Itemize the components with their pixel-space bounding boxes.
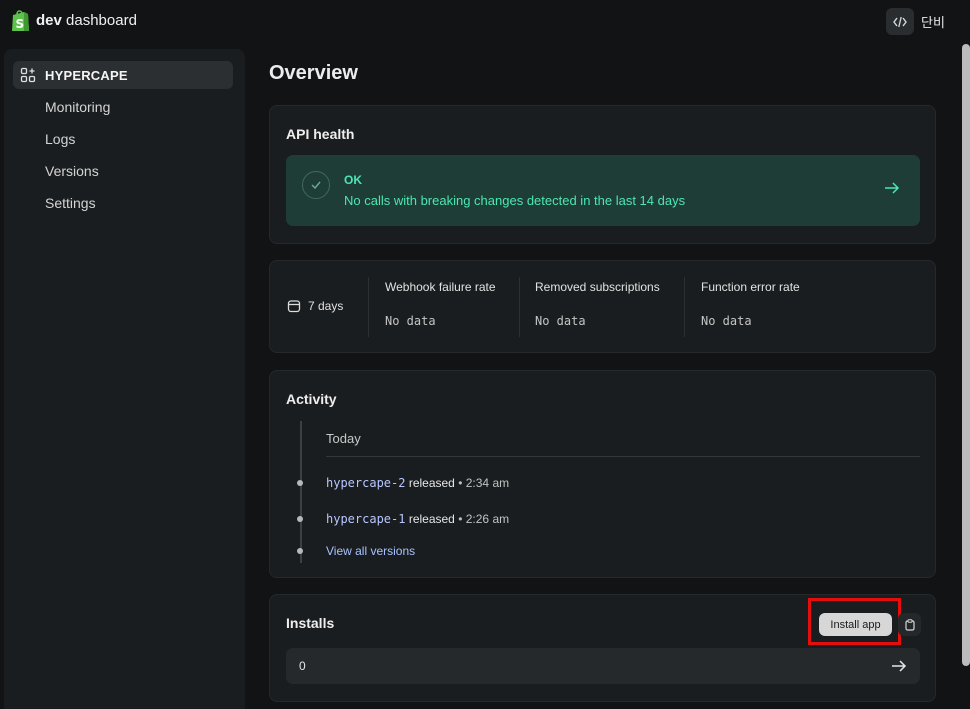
brand-title[interactable]: dev dashboard bbox=[36, 12, 137, 29]
release-separator: • bbox=[458, 512, 463, 526]
activity-group-label: Today bbox=[326, 431, 361, 446]
timeline-dot bbox=[297, 548, 303, 554]
svg-text:S: S bbox=[16, 17, 25, 31]
arrow-right-icon bbox=[892, 660, 907, 672]
sidebar-item-versions[interactable]: Versions bbox=[45, 163, 99, 179]
code-icon bbox=[893, 16, 907, 27]
api-health-banner[interactable]: OK No calls with breaking changes detect… bbox=[286, 155, 920, 226]
user-menu[interactable]: 단비 bbox=[921, 12, 945, 31]
release-time: 2:34 am bbox=[465, 476, 510, 490]
release-action: released bbox=[408, 512, 455, 526]
api-health-message: No calls with breaking changes detected … bbox=[344, 193, 686, 208]
divider bbox=[326, 456, 920, 457]
function-error-rate-label[interactable]: Function error rate bbox=[701, 280, 800, 294]
api-health-status: OK bbox=[344, 173, 362, 187]
webhook-failure-rate-value: No data bbox=[385, 314, 436, 328]
release-version-link[interactable]: hypercape-1 bbox=[326, 512, 405, 526]
removed-subscriptions-value: No data bbox=[535, 314, 586, 328]
metrics-card: 7 days Webhook failure rate No data Remo… bbox=[269, 260, 936, 353]
check-icon bbox=[311, 181, 321, 189]
metric-divider bbox=[684, 277, 685, 337]
release-separator: • bbox=[458, 476, 463, 490]
api-health-title: API health bbox=[286, 126, 355, 142]
sidebar-app-name: HYPERCAPE bbox=[45, 67, 128, 83]
status-check bbox=[302, 171, 330, 199]
page-title: Overview bbox=[269, 62, 358, 84]
copy-install-link-button[interactable] bbox=[898, 613, 921, 636]
sidebar-item-settings[interactable]: Settings bbox=[45, 195, 96, 211]
top-bar: S dev dashboard 단비 bbox=[0, 0, 970, 42]
shopify-logo-icon[interactable]: S bbox=[9, 9, 31, 33]
installs-title: Installs bbox=[286, 615, 335, 631]
sidebar-item-monitoring[interactable]: Monitoring bbox=[45, 99, 110, 115]
timeline-dot bbox=[297, 480, 303, 486]
removed-subscriptions-label[interactable]: Removed subscriptions bbox=[535, 280, 660, 294]
release-time: 2:26 am bbox=[465, 512, 510, 526]
page-scrollbar[interactable] bbox=[962, 44, 970, 666]
view-all-versions-link[interactable]: View all versions bbox=[326, 544, 415, 558]
clipboard-icon bbox=[904, 618, 915, 631]
sidebar: HYPERCAPE Monitoring Logs Versions Setti… bbox=[4, 49, 245, 709]
sidebar-item-logs[interactable]: Logs bbox=[45, 131, 75, 147]
list-item: hypercape-1 released • 2:26 am bbox=[326, 512, 509, 526]
period-selector[interactable]: 7 days bbox=[287, 299, 343, 313]
list-item: hypercape-2 released • 2:34 am bbox=[326, 476, 509, 490]
activity-title: Activity bbox=[286, 391, 337, 407]
release-action: released bbox=[408, 476, 455, 490]
function-error-rate-value: No data bbox=[701, 314, 752, 328]
installs-card: Installs Install app 0 bbox=[269, 594, 936, 702]
webhook-failure-rate-label[interactable]: Webhook failure rate bbox=[385, 280, 496, 294]
api-health-card: API health OK No calls with breaking cha… bbox=[269, 105, 936, 244]
install-count: 0 bbox=[299, 659, 306, 673]
install-app-button[interactable]: Install app bbox=[819, 613, 892, 636]
brand-rest: dashboard bbox=[66, 12, 137, 29]
brand-bold: dev bbox=[36, 12, 62, 29]
developer-tools-button[interactable] bbox=[886, 8, 914, 35]
timeline-dot bbox=[297, 516, 303, 522]
timeline-line bbox=[300, 421, 302, 563]
installs-row[interactable]: 0 bbox=[286, 648, 920, 684]
arrow-right-icon bbox=[885, 182, 900, 194]
activity-card: Activity Today hypercape-2 released • 2:… bbox=[269, 370, 936, 578]
calendar-icon bbox=[287, 300, 301, 313]
metric-divider bbox=[519, 277, 520, 337]
sidebar-item-app[interactable]: HYPERCAPE bbox=[13, 61, 233, 89]
release-version-link[interactable]: hypercape-2 bbox=[326, 476, 405, 490]
metric-divider bbox=[368, 277, 369, 337]
period-label: 7 days bbox=[308, 299, 344, 313]
app-grid-icon bbox=[20, 67, 36, 83]
